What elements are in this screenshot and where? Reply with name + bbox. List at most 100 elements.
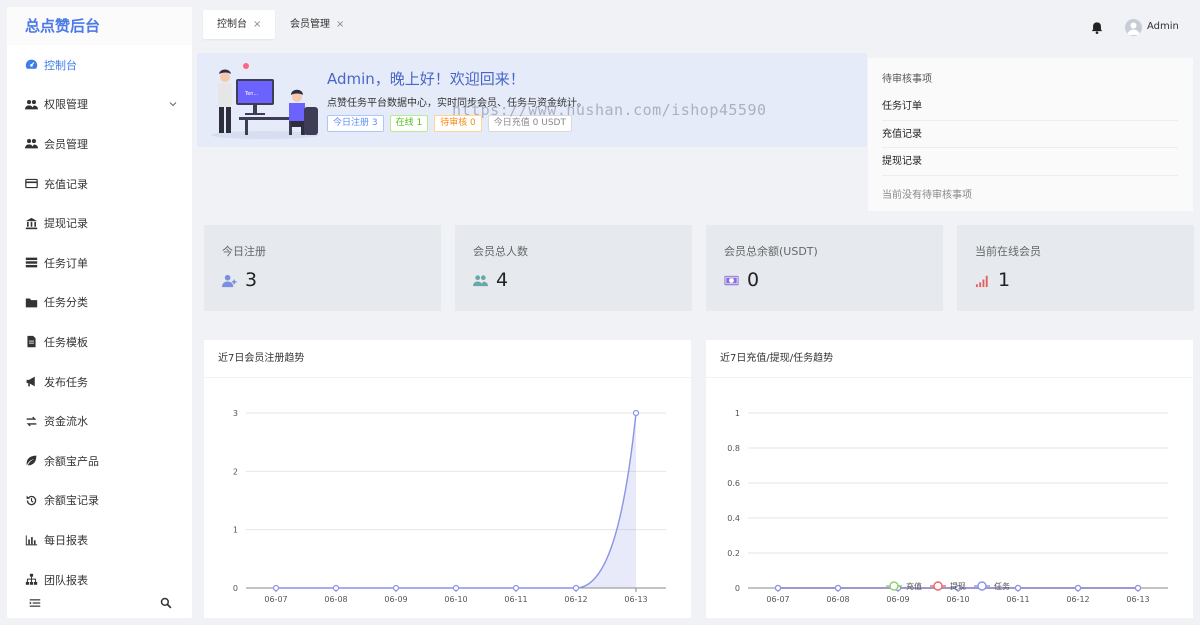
sidebar-item-label: 余额宝记录 [44, 494, 99, 508]
tab-member-management[interactable]: 会员管理 × [276, 10, 358, 39]
x-tick-label: 06-12 [1066, 595, 1089, 604]
sidebar-item-label: 充值记录 [44, 177, 88, 191]
register-trend-chart: 0 1 2 3 06-07 06-08 06-09 06-10 06-11 06-12 06-13 [233, 409, 666, 604]
close-icon[interactable]: × [336, 19, 344, 30]
badge-online: 在线 1 [389, 115, 429, 132]
sidebar-item-dashboard[interactable]: 控制台 [7, 45, 192, 85]
sidebar-item-members[interactable]: 会员管理 [7, 124, 192, 164]
x-tick-label: 06-07 [766, 595, 789, 604]
legend-label: 任务 [994, 581, 1010, 591]
badge-today-register: 今日注册 3 [327, 115, 384, 132]
data-point [572, 584, 580, 592]
sidebar-item-yuebao-products[interactable]: 余额宝产品 [7, 441, 192, 481]
data-point [452, 584, 460, 592]
data-point [774, 584, 782, 592]
x-tick-label: 06-09 [384, 595, 407, 604]
y-tick-label: 1 [735, 409, 740, 418]
legend-marker [889, 581, 899, 591]
x-tick-label: 06-10 [444, 595, 467, 604]
y-tick-label: 0.8 [727, 444, 740, 453]
sidebar-item-daily-report[interactable]: 每日报表 [7, 520, 192, 560]
search-icon[interactable] [160, 597, 172, 609]
stat-card-online-members: 当前在线会员 1 [957, 225, 1194, 311]
data-point [512, 584, 520, 592]
svg-text:Ten...: Ten... [244, 91, 259, 97]
x-tick-label: 06-07 [264, 595, 287, 604]
legend-label: 提现 [950, 581, 966, 591]
welcome-banner: Ten... Admin，晚上好！欢迎回来！ 点赞任务平台数据中心，实时同步会员… [197, 53, 867, 147]
data-point [632, 409, 640, 417]
legend-label: 充值 [906, 581, 922, 591]
sidebar-footer [7, 588, 192, 618]
user-name[interactable]: Admin [1147, 21, 1179, 32]
credit-card-icon [24, 177, 38, 191]
tab-label: 控制台 [217, 19, 247, 30]
chevron-down-icon [169, 101, 177, 106]
sidebar-item-task-orders[interactable]: 任务订单 [7, 243, 192, 283]
sidebar-item-label: 团队报表 [44, 573, 88, 587]
y-tick-label: 0 [233, 584, 238, 593]
sidebar-item-publish-task[interactable]: 发布任务 [7, 362, 192, 402]
y-tick-label: 1 [233, 526, 238, 535]
stat-card-today-register: 今日注册 3 [204, 225, 441, 311]
pending-review-panel: 待审核事项 任务订单 充值记录 提现记录 当前没有待审核事项 [868, 58, 1193, 211]
sidebar-item-task-categories[interactable]: 任务分类 [7, 283, 192, 323]
sidebar-item-recharge[interactable]: 充值记录 [7, 164, 192, 204]
sidebar-item-fund-flow[interactable]: 资金流水 [7, 401, 192, 441]
y-tick-label: 0 [735, 584, 740, 593]
pending-item-recharge[interactable]: 充值记录 [882, 121, 1178, 148]
sidebar-item-permissions[interactable]: 权限管理 [7, 85, 192, 125]
y-tick-label: 0.2 [727, 549, 740, 558]
y-tick-label: 0.6 [727, 479, 740, 488]
stat-card-total-balance: 会员总余额(USDT) 0 [706, 225, 943, 311]
sidebar-item-task-templates[interactable]: 任务模板 [7, 322, 192, 362]
sidebar-item-label: 任务订单 [44, 256, 88, 270]
money-icon [724, 275, 739, 285]
x-tick-label: 06-13 [1126, 595, 1149, 604]
file-icon [24, 335, 38, 349]
stat-card-total-members: 会员总人数 4 [455, 225, 692, 311]
users-icon [24, 137, 38, 151]
pending-item-withdraw[interactable]: 提现记录 [882, 148, 1178, 176]
folder-icon [24, 295, 38, 309]
x-tick-label: 06-12 [564, 595, 587, 604]
bar-chart-icon [24, 533, 38, 547]
sidebar-item-label: 余额宝产品 [44, 454, 99, 468]
chart-card-register-trend: 近7日会员注册趋势 0 1 2 3 06-07 06-08 06-09 06-10 06-11 0… [204, 340, 691, 618]
watermark: https://www.hushan.com/ishop45590 [452, 101, 767, 119]
data-point [1074, 584, 1082, 592]
stat-label: 会员总余额(USDT) [724, 245, 818, 258]
x-tick-label: 06-11 [504, 595, 527, 604]
stat-label: 今日注册 [222, 245, 266, 258]
chart-title: 近7日会员注册趋势 [204, 340, 691, 378]
user-plus-icon [222, 274, 237, 287]
stat-value: 1 [998, 269, 1011, 291]
tab-dashboard[interactable]: 控制台 × [203, 10, 276, 39]
x-tick-label: 06-08 [324, 595, 347, 604]
stat-value: 4 [496, 269, 509, 291]
avatar[interactable] [1125, 19, 1142, 36]
stat-value: 3 [245, 269, 258, 291]
sidebar-item-yuebao-records[interactable]: 余额宝记录 [7, 481, 192, 521]
users-icon [473, 274, 488, 286]
sidebar-item-label: 提现记录 [44, 217, 88, 231]
pending-item-task-orders[interactable]: 任务订单 [882, 93, 1178, 121]
collapse-menu-icon[interactable] [29, 597, 41, 609]
x-tick-label: 06-10 [946, 595, 969, 604]
close-icon[interactable]: × [253, 19, 261, 30]
welcome-illustration-icon: Ten... [211, 63, 319, 139]
users-icon [24, 97, 38, 111]
x-tick-label: 06-09 [886, 595, 909, 604]
sidebar-item-label: 资金流水 [44, 415, 88, 429]
y-tick-label: 0.4 [727, 514, 740, 523]
sidebar-item-label: 会员管理 [44, 137, 88, 151]
sidebar-item-label: 任务分类 [44, 296, 88, 310]
sidebar-menu: 控制台 权限管理 会员管理 充值记录 提现记录 任务订单 任务分类 任务模板 发… [7, 45, 192, 599]
bell-icon[interactable] [1090, 21, 1104, 35]
chart-title: 近7日充值/提现/任务趋势 [706, 340, 1193, 378]
stat-value: 0 [747, 269, 760, 291]
y-tick-label: 2 [233, 467, 238, 476]
bank-icon [24, 216, 38, 230]
sidebar-item-withdraw[interactable]: 提现记录 [7, 203, 192, 243]
data-point [834, 584, 842, 592]
